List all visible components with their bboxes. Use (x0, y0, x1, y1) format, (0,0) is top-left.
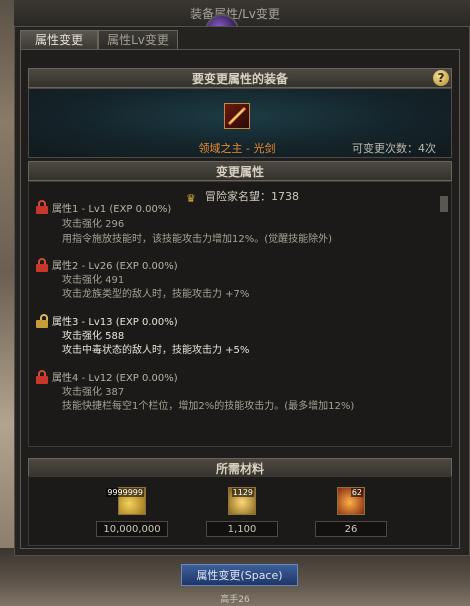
fame-line: ♛ 冒险家名望：1738 (186, 188, 299, 205)
locked-icon[interactable] (36, 200, 48, 214)
change-attribute-button[interactable]: 属性变更(Space) (181, 564, 298, 586)
unlocked-icon[interactable] (36, 314, 48, 328)
attr-3-effect: 攻击中毒状态的敌人时，技能攻击力 +5% (62, 345, 250, 356)
scrollbar-thumb[interactable] (440, 196, 448, 212)
gem-badge: 1129 (231, 488, 254, 497)
gem-icon[interactable]: 1129 (228, 487, 256, 515)
materials-header: 所需材料 (28, 458, 452, 478)
attr-2-title: 属性2 - Lv26 (EXP 0.00%) (52, 261, 178, 272)
attr-1-title: 属性1 - Lv1 (EXP 0.00%) (52, 204, 172, 215)
gold-badge: 9999999 (106, 488, 144, 497)
fame-icon: ♛ (186, 192, 196, 205)
attr-4-title: 属性4 - Lv12 (EXP 0.00%) (52, 373, 178, 384)
attr-3-title: 属性3 - Lv13 (EXP 0.00%) (52, 317, 178, 328)
tab-attribute-lv-change[interactable]: 属性Lv变更 (98, 30, 178, 49)
locked-icon[interactable] (36, 258, 48, 272)
gold-coins-icon[interactable]: 9999999 (106, 487, 146, 515)
fire-crystal-icon[interactable]: 62 (337, 487, 365, 515)
lightsaber-icon[interactable] (224, 103, 250, 129)
equipment-header: 要变更属性的装备 (28, 68, 452, 88)
changes-left: 可变更次数：4次 (352, 142, 436, 155)
gold-amount: 10,000,000 (96, 521, 168, 537)
attr-2-stat: 攻击强化 491 (62, 275, 125, 286)
attributes-header: 变更属性 (28, 161, 452, 181)
locked-icon[interactable] (36, 370, 48, 384)
item-name: 领域之主 - 光剑 (198, 142, 276, 155)
attr-3-stat: 攻击强化 588 (62, 331, 125, 342)
crystal-amount: 26 (315, 521, 387, 537)
help-icon[interactable]: ? (433, 70, 449, 86)
gem-amount: 1,100 (206, 521, 278, 537)
fame-text: 冒险家名望：1738 (205, 190, 299, 203)
attr-4-stat: 攻击强化 387 (62, 387, 125, 398)
footer-text: 高手26 (220, 595, 250, 605)
attr-1-effect: 用指令施放技能时，该技能攻击力增加12%。(觉醒技能除外) (62, 234, 333, 245)
attr-4-effect: 技能快捷栏每空1个栏位，增加2%的技能攻击力。(最多增加12%) (62, 401, 355, 412)
tab-attribute-change[interactable]: 属性变更 (20, 30, 98, 49)
attr-2-effect: 攻击龙族类型的敌人时，技能攻击力 +7% (62, 289, 250, 300)
crystal-badge: 62 (350, 488, 363, 497)
attr-1-stat: 攻击强化 296 (62, 219, 125, 230)
